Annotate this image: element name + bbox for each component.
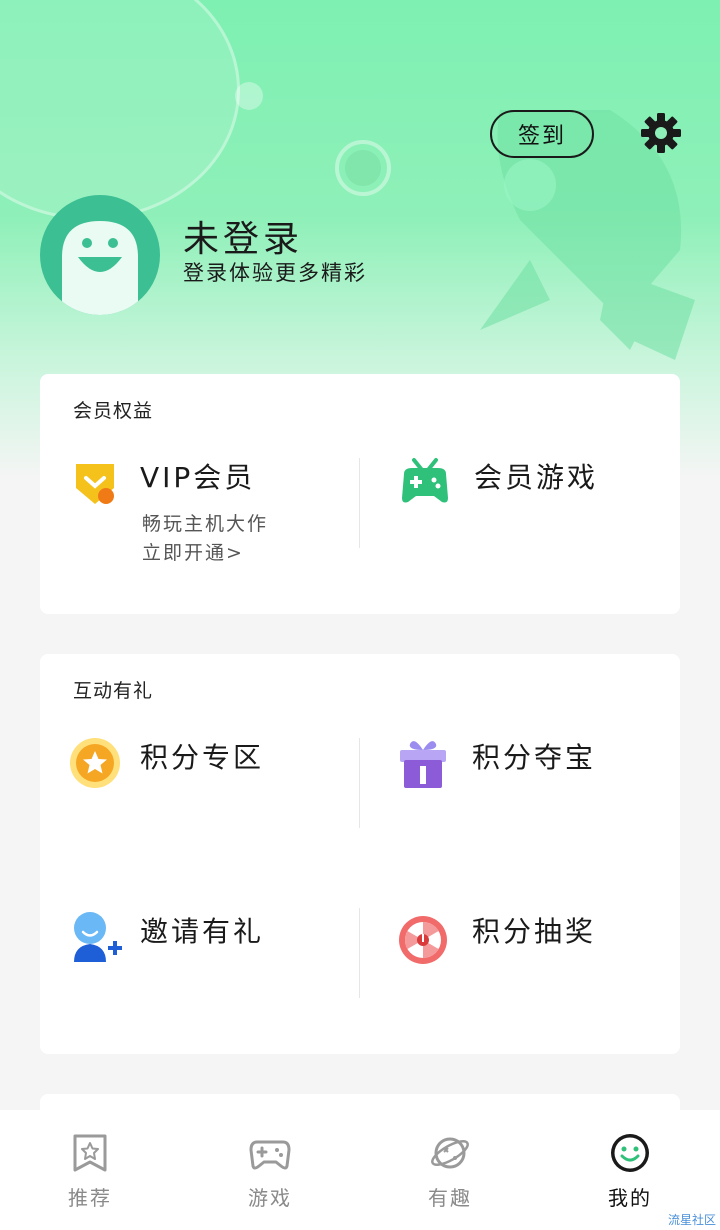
divider <box>359 738 360 828</box>
divider <box>359 908 360 998</box>
invite-gift-item[interactable]: 邀请有礼 <box>68 910 348 970</box>
vip-desc-line1: 畅玩主机大作 <box>142 513 269 535</box>
bottom-tab-bar: 推荐 游戏 有趣 我的 流星社区 <box>0 1110 720 1230</box>
settings-gear-icon[interactable] <box>640 112 682 154</box>
invite-gift-label: 邀请有礼 <box>140 915 265 948</box>
points-treasure-item[interactable]: 积分夺宝 <box>396 736 666 796</box>
gift-box-icon <box>400 741 446 788</box>
decor-circle <box>0 0 240 220</box>
signin-button[interactable]: 签到 <box>490 110 594 158</box>
tab-games-label: 游戏 <box>248 1186 292 1210</box>
tab-recommend[interactable]: 推荐 <box>0 1110 180 1230</box>
user-name[interactable]: 未登录 <box>183 210 303 262</box>
tab-games[interactable]: 游戏 <box>180 1110 360 1230</box>
membership-title: 会员权益 <box>73 400 154 422</box>
vip-label: VIP会员 <box>140 461 256 494</box>
star-coin-icon <box>70 738 120 788</box>
ghost-avatar-icon <box>62 221 138 315</box>
points-zone-label: 积分专区 <box>140 741 265 774</box>
gamepad-icon <box>249 1140 291 1170</box>
activities-title: 互动有礼 <box>73 680 154 702</box>
planet-icon <box>431 1137 469 1169</box>
user-subtitle[interactable]: 登录体验更多精彩 <box>183 257 367 287</box>
divider <box>359 458 360 548</box>
smiley-icon <box>611 1134 649 1172</box>
decor-dot <box>345 150 381 186</box>
points-zone-item[interactable]: 积分专区 <box>68 736 348 796</box>
signin-label: 签到 <box>517 124 566 149</box>
watermark: 流星社区 <box>667 1213 716 1227</box>
vip-member-item[interactable]: VIP会员 畅玩主机大作 立即开通> <box>68 456 348 576</box>
tab-fun[interactable]: 有趣 <box>360 1110 540 1230</box>
membership-card: 会员权益 VIP会员 畅玩主机大作 立即开通> 会员游戏 <box>40 374 680 614</box>
gamepad-icon <box>402 458 448 503</box>
tab-mine-label: 我的 <box>608 1186 652 1210</box>
points-lottery-label: 积分抽奖 <box>472 915 597 948</box>
avatar[interactable] <box>40 195 160 315</box>
decor-dot <box>235 82 263 110</box>
vip-badge-icon <box>76 464 114 504</box>
vip-open-link[interactable]: 立即开通> <box>142 539 244 568</box>
points-treasure-label: 积分夺宝 <box>472 741 597 774</box>
lottery-wheel-icon <box>399 916 447 964</box>
activities-card: 互动有礼 积分专区 积分夺宝 邀请有礼 积分抽奖 <box>40 654 680 1054</box>
recommend-icon <box>73 1134 107 1172</box>
invite-user-icon <box>74 912 122 962</box>
member-games-label: 会员游戏 <box>474 461 599 494</box>
member-games-item[interactable]: 会员游戏 <box>398 456 668 516</box>
points-lottery-item[interactable]: 积分抽奖 <box>396 910 666 970</box>
tab-fun-label: 有趣 <box>428 1186 472 1210</box>
tab-recommend-label: 推荐 <box>68 1186 112 1210</box>
